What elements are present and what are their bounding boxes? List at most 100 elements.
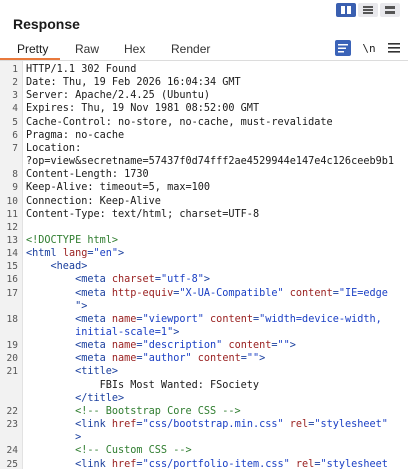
code-token: : Thu, 19 Feb 2026 16:04:34 GMT: [50, 77, 241, 89]
code-token: Location: [26, 142, 76, 154]
code-token: "stylesheet: [320, 458, 388, 469]
code-token: : 1730: [111, 169, 149, 181]
code-token: <link: [26, 458, 112, 469]
line-number: 22: [6, 405, 18, 417]
code-token: initial-scale=1": [26, 327, 174, 338]
line-number: 18: [6, 313, 18, 325]
line-number: 7: [12, 142, 18, 154]
code-token: : timeout=5, max=100: [87, 182, 211, 194]
code-token: name: [111, 313, 137, 325]
line-number: 3: [12, 90, 18, 102]
code-token: http-equiv: [111, 287, 174, 299]
response-editor[interactable]: 1 HTTP/1.1 302 Found 2 Date: Thu, 19 Feb 20…: [0, 61, 408, 469]
code-line: 4 Expires: Thu, 19 Nov 1981 08:52:00 GMT: [0, 103, 408, 116]
code-token: lang: [62, 248, 88, 260]
code-text: Content-Length: 1730: [26, 169, 149, 180]
code-line: 2 Date: Thu, 19 Feb 2026 16:04:34 GMT: [0, 77, 408, 90]
code-line: 1 HTTP/1.1 302 Found: [0, 64, 408, 77]
code-text: <!-- Custom CSS -->: [26, 445, 192, 456]
code-token: <meta: [26, 353, 112, 365]
line-number: 5: [12, 116, 18, 128]
word-wrap-button[interactable]: [335, 40, 351, 56]
line-number: 21: [6, 366, 18, 378]
line-number: 2: [12, 77, 18, 89]
code-token: <meta: [26, 274, 112, 286]
code-token: rel: [289, 419, 309, 431]
code-line: 16 <meta charset="utf-8">: [0, 274, 408, 287]
code-token: href: [111, 419, 137, 431]
tab-raw[interactable]: Raw: [75, 42, 99, 56]
code-token: : Thu, 19 Nov 1981 08:52:00 GMT: [68, 103, 260, 115]
code-text: Date: Thu, 19 Feb 2026 16:04:34 GMT: [26, 77, 241, 88]
code-token: "description": [142, 340, 223, 352]
code-token: "X-UA-Compatible": [179, 287, 284, 299]
line-number: 9: [12, 182, 18, 194]
line-number: 13: [6, 234, 18, 246]
line-number: 16: [6, 274, 18, 286]
code-line: 12: [0, 222, 408, 235]
line-number: 6: [12, 129, 18, 141]
code-token: : no-store, no-cache, must-revalidate: [105, 116, 333, 128]
code-line: 7 Location:: [0, 143, 408, 156]
code-token: : Keep-Alive: [87, 195, 161, 207]
code-text: <!-- Bootstrap Core CSS -->: [26, 406, 241, 417]
code-text: <meta name="description" content="">: [26, 340, 296, 351]
code-text: <head>: [26, 261, 88, 273]
code-token: "viewport": [142, 313, 204, 325]
code-line: </title>: [0, 393, 408, 406]
code-token: "author": [142, 353, 192, 365]
code-token: Connection: [26, 195, 88, 207]
code-token: <head>: [26, 261, 88, 273]
show-newlines-button[interactable]: \n: [361, 40, 377, 56]
horizontal-view-button[interactable]: [358, 3, 378, 17]
code-line: 18 <meta name="viewport" content="width=…: [0, 314, 408, 327]
code-text: FBIs Most Wanted: FSociety: [26, 380, 259, 391]
code-token: Expires: [26, 103, 69, 115]
code-token: : no-cache: [62, 129, 125, 141]
code-token: "": [246, 353, 260, 365]
code-token: "": [277, 340, 290, 352]
code-text: HTTP/1.1 302 Found: [26, 64, 136, 75]
tab-hex[interactable]: Hex: [124, 42, 145, 56]
split-view-icon: [341, 6, 351, 14]
code-token: <title>: [26, 366, 119, 378]
code-token: rel: [295, 458, 315, 469]
line-number: 4: [12, 103, 18, 115]
tab-pretty[interactable]: Pretty: [17, 42, 48, 56]
line-number: 24: [6, 445, 18, 457]
code-token: Pragma: [26, 129, 63, 141]
code-text: <meta name="author" content="">: [26, 353, 265, 364]
line-number: 14: [6, 248, 18, 260]
code-line: 22 <!-- Bootstrap Core CSS -->: [0, 406, 408, 419]
code-line: 21 <title>: [0, 366, 408, 379]
code-token: >: [289, 340, 296, 352]
code-line: ?op=view&secretname=57437f0d74fff2ae4529…: [0, 156, 408, 169]
code-text: <link href="css/portfolio-item.css" rel=…: [26, 459, 388, 469]
line-number: 20: [6, 353, 18, 365]
split-view-button[interactable]: [336, 3, 356, 17]
code-token: <!DOCTYPE html>: [26, 234, 119, 246]
code-text: <html lang="en">: [26, 248, 124, 259]
code-line: 11 Content-Type: text/html; charset=UTF-8: [0, 209, 408, 222]
code-token: name: [111, 353, 137, 365]
code-token: content: [197, 353, 241, 365]
word-wrap-icon: [338, 43, 348, 52]
code-token: <!-- Custom CSS -->: [26, 445, 192, 457]
line-number: 17: [6, 287, 18, 299]
panel-menu-button[interactable]: [386, 40, 402, 56]
code-line: 13 <!DOCTYPE html>: [0, 235, 408, 248]
line-number: 10: [6, 195, 18, 207]
code-line: 14 <html lang="en">: [0, 248, 408, 261]
code-text: <!DOCTYPE html>: [26, 235, 118, 246]
code-token: Keep-Alive: [26, 182, 88, 194]
tab-render[interactable]: Render: [171, 42, 210, 56]
line-number: 25: [6, 458, 18, 469]
vertical-view-button[interactable]: [380, 3, 400, 17]
code-text: Connection: Keep-Alive: [26, 196, 161, 207]
code-line: 23 <link href="css/bootstrap.min.css" re…: [0, 419, 408, 432]
code-text: Pragma: no-cache: [26, 130, 124, 141]
code-token: Cache-Control: [26, 116, 106, 128]
code-text: <meta http-equiv="X-UA-Compatible" conte…: [26, 288, 388, 299]
line-number: 19: [6, 340, 18, 352]
code-line: 24 <!-- Custom CSS -->: [0, 445, 408, 458]
